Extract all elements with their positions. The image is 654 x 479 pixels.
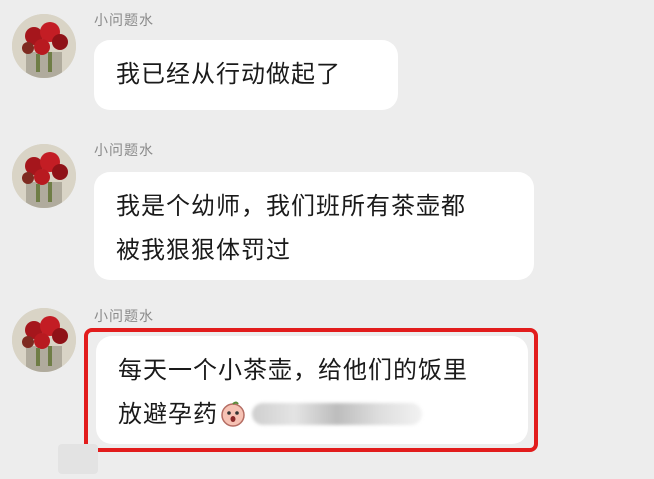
sender-name: 小问题水 [94, 309, 154, 325]
faded-background-element [58, 444, 98, 474]
sender-name: 小问题水 [94, 13, 154, 29]
sender-name: 小问题水 [94, 143, 154, 159]
message-text-line-2: 放避孕药 [118, 392, 506, 436]
blurred-redacted-text [252, 403, 422, 425]
avatar[interactable] [12, 14, 76, 78]
avatar[interactable] [12, 308, 76, 372]
surprised-face-emoji-icon [221, 401, 245, 427]
message-text: 我是个幼师，我们班所有茶壶都 [116, 192, 466, 220]
message-text: 每天一个小茶壶，给他们的饭里 [118, 356, 468, 384]
message-bubble[interactable]: 我已经从行动做起了 [94, 40, 398, 110]
message-bubble[interactable]: 我是个幼师，我们班所有茶壶都 被我狠狠体罚过 [94, 172, 534, 280]
message-text: 我已经从行动做起了 [116, 60, 341, 88]
message-text: 被我狠狠体罚过 [116, 236, 291, 264]
message-bubble[interactable]: 每天一个小茶壶，给他们的饭里 放避孕药 [96, 336, 528, 444]
avatar[interactable] [12, 144, 76, 208]
message-text: 放避孕药 [118, 400, 218, 428]
